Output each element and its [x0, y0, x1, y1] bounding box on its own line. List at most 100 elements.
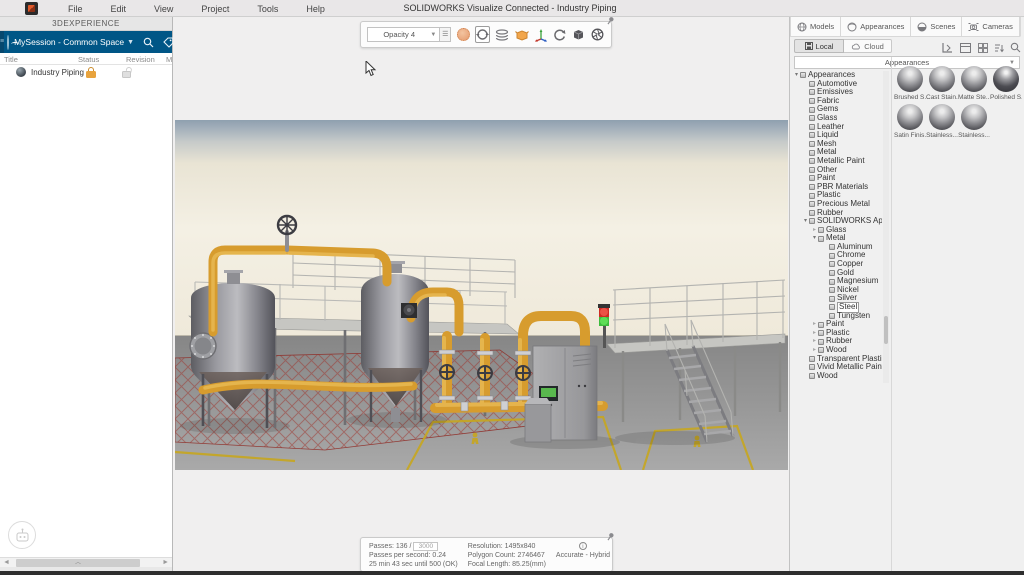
tab-appearances[interactable]: Appearances	[841, 17, 912, 37]
menu-help[interactable]: Help	[304, 4, 327, 14]
horizontal-scrollbar[interactable]: ◄ ︿ ►	[0, 557, 172, 567]
tree-item-mesh[interactable]: Mesh	[792, 140, 882, 149]
expander-icon[interactable]: ▸	[811, 320, 818, 329]
tree-item-magnesium[interactable]: Magnesium	[792, 277, 882, 286]
opacity-dropdown[interactable]: Opacity 4 ▼	[367, 27, 441, 42]
tab-models[interactable]: Models	[790, 17, 842, 37]
render-scene[interactable]	[175, 120, 788, 470]
tree-item-other[interactable]: Other	[792, 166, 882, 175]
menu-edit[interactable]: Edit	[109, 4, 129, 14]
tree-item-transparent-plastic[interactable]: Transparent Plastic	[792, 355, 882, 364]
expander-icon[interactable]: ▸	[811, 346, 818, 355]
tree-item-rubber[interactable]: Rubber	[792, 209, 882, 218]
cloud-toggle[interactable]: Cloud	[844, 39, 892, 53]
layers-icon[interactable]	[495, 26, 509, 43]
expander-icon[interactable]: ▸	[811, 337, 818, 346]
session-label[interactable]: MySession - Common Space	[14, 37, 124, 47]
tree-item-glass[interactable]: Glass	[792, 114, 882, 123]
tree-item-chrome[interactable]: Chrome	[792, 251, 882, 260]
local-toggle[interactable]: Local	[794, 39, 844, 53]
search-icon[interactable]	[143, 37, 154, 48]
tree-item-aluminum[interactable]: Aluminum	[792, 243, 882, 252]
tab-libraries[interactable]: Libraries	[1019, 17, 1024, 37]
tree-item-sw-wood[interactable]: ▸ Wood	[792, 346, 882, 355]
chevron-down-icon[interactable]: ▼	[127, 39, 134, 46]
appearance-thumb-satin-finish[interactable]: Satin Finis...	[894, 104, 926, 139]
menu-tools[interactable]: Tools	[255, 4, 280, 14]
panel-divider[interactable]	[891, 57, 892, 575]
panel-grip-icon[interactable]: ≡	[0, 31, 5, 53]
tree-item-sw-paint[interactable]: ▸ Paint	[792, 320, 882, 329]
tree-item-sw-rubber[interactable]: ▸ Rubber	[792, 337, 882, 346]
item-title[interactable]: Industry Piping	[31, 68, 84, 77]
appearance-thumb-brushed-steel[interactable]: Brushed S...	[894, 66, 926, 101]
appearance-thumb-stainless-1[interactable]: Stainless...	[926, 104, 958, 139]
appearance-thumb-cast-stainless[interactable]: Cast Stain...	[926, 66, 958, 101]
column-title[interactable]: Title	[4, 55, 18, 64]
column-status[interactable]: Status	[78, 55, 99, 64]
render-viewport[interactable]: Opacity 4 ▼ ☰ Passes: 136 / 3000 Passes …	[173, 16, 790, 572]
expander-icon[interactable]: ▾	[811, 234, 818, 243]
appearance-thumb-matte-steel[interactable]: Matte Ste...	[958, 66, 990, 101]
appearance-thumb-stainless-2[interactable]: Stainless...	[958, 104, 990, 139]
tree-item-sw-plastic[interactable]: ▸ Plastic	[792, 329, 882, 338]
cube-icon[interactable]	[572, 26, 586, 43]
tree-item-leather[interactable]: Leather	[792, 123, 882, 132]
tree-item-solidworks-appearances[interactable]: ▾SOLIDWORKS Appearances	[792, 217, 882, 226]
expander-icon[interactable]: ▾	[793, 71, 800, 80]
tree-item-gold[interactable]: Gold	[792, 269, 882, 278]
import-box-icon[interactable]	[514, 26, 529, 43]
tree-item-plastic[interactable]: Plastic	[792, 191, 882, 200]
tree-scrollbar[interactable]	[883, 71, 889, 383]
sort-icon[interactable]	[994, 40, 1006, 53]
opacity-list-button[interactable]: ☰	[440, 27, 452, 42]
tree-item-sw-metal[interactable]: ▾ Metal	[792, 234, 882, 243]
tab-cameras[interactable]: Cameras	[962, 17, 1020, 37]
rotate-icon[interactable]	[553, 26, 567, 43]
tree-item-metal[interactable]: Metal	[792, 148, 882, 157]
tree-item-emissives[interactable]: Emissives	[792, 88, 882, 97]
search-icon[interactable]	[1010, 40, 1022, 53]
tree-item-appearances[interactable]: ▾ Appearances	[792, 71, 882, 80]
tree-item-metallic-paint[interactable]: Metallic Paint	[792, 157, 882, 166]
orbit-tool-icon[interactable]	[475, 26, 491, 43]
scrollbar-thumb[interactable]: ︿	[16, 559, 140, 567]
tree-item-steel[interactable]: Steel	[792, 302, 882, 313]
session-item-row[interactable]: Industry Piping	[0, 65, 172, 80]
tree-item-paint[interactable]: Paint	[792, 174, 882, 183]
tree-item-wood[interactable]: Wood	[792, 372, 882, 381]
tree-item-fabric[interactable]: Fabric	[792, 97, 882, 106]
column-revision[interactable]: Revision	[126, 55, 155, 64]
move-triad-icon[interactable]	[534, 26, 548, 43]
tree-item-precious-metal[interactable]: Precious Metal	[792, 200, 882, 209]
expander-icon[interactable]: ▾	[802, 217, 809, 226]
pin-icon[interactable]	[606, 16, 615, 25]
menu-project[interactable]: Project	[199, 4, 231, 14]
tab-scenes[interactable]: Scenes	[911, 17, 963, 37]
tree-item-sw-glass[interactable]: ▸ Glass	[792, 226, 882, 235]
scrollbar-thumb[interactable]	[884, 316, 888, 344]
tree-item-tungsten[interactable]: Tungsten	[792, 312, 882, 321]
expander-icon[interactable]: ▸	[811, 226, 818, 235]
menu-view[interactable]: View	[152, 4, 175, 14]
info-icon[interactable]: i	[578, 542, 587, 550]
tree-item-nickel[interactable]: Nickel	[792, 286, 882, 295]
compass-icon[interactable]	[7, 34, 20, 50]
passes-limit-input[interactable]	[413, 542, 439, 551]
tree-item-vivid-metallic-paint[interactable]: Vivid Metallic Paint	[792, 363, 882, 372]
panel-view-icon[interactable]	[960, 40, 972, 53]
tree-item-gems[interactable]: Gems	[792, 105, 882, 114]
tree-item-pbr-materials[interactable]: PBR Materials	[792, 183, 882, 192]
import-icon[interactable]	[942, 40, 954, 53]
expander-icon[interactable]: ▸	[811, 329, 818, 338]
column-more[interactable]: M	[166, 55, 172, 64]
scroll-right-icon[interactable]: ►	[162, 559, 169, 566]
grid-view-icon[interactable]	[978, 40, 990, 53]
pin-icon[interactable]	[606, 532, 615, 541]
assistant-button[interactable]	[8, 521, 36, 549]
tree-item-copper[interactable]: Copper	[792, 260, 882, 269]
scroll-left-icon[interactable]: ◄	[3, 559, 10, 566]
appearance-thumb-polished-steel[interactable]: Polished S...	[990, 66, 1022, 101]
menu-file[interactable]: File	[66, 4, 85, 14]
tree-item-liquid[interactable]: Liquid	[792, 131, 882, 140]
